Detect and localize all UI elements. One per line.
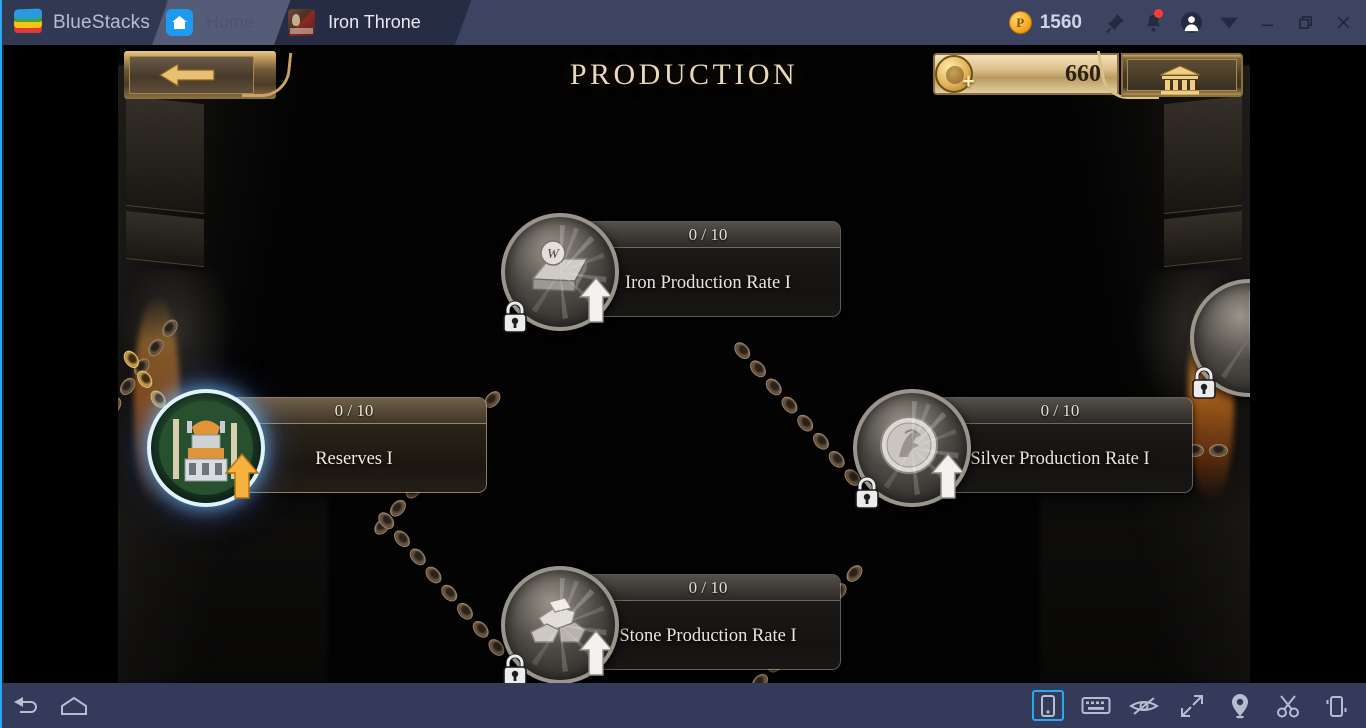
user-account-icon[interactable] [1172,0,1210,45]
screenshot-scissors-icon[interactable] [1264,683,1312,728]
currency-bar: 660 + [933,51,1243,101]
upgrade-arrow-icon [579,277,613,323]
titlebar-controls: P 1560 [1008,0,1366,45]
game-avatar-icon [288,9,316,36]
notifications-bell-icon[interactable] [1134,0,1172,45]
tab-home[interactable]: Home [152,0,305,45]
chain-link-reserves-to-stone [375,509,508,659]
tab-iron-throne[interactable]: Iron Throne [274,0,472,45]
game-screen: PRODUCTION 660 + 0 / 10 Iron Production … [118,45,1250,683]
home-nav-icon[interactable] [50,683,98,728]
bluestacks-points[interactable]: P 1560 [1008,11,1082,34]
pin-icon[interactable] [1096,0,1134,45]
lock-icon [1192,366,1216,399]
home-icon [166,9,194,36]
skill-node-offscreen-right[interactable] [1190,279,1250,399]
currency-value: 660 [1065,60,1101,87]
skill-tree: 0 / 10 Iron Production Rate I 0 / 10 Res… [118,107,1250,683]
rotate-device-icon[interactable] [1024,683,1072,728]
minimize-button[interactable] [1248,0,1286,45]
bluestacks-titlebar: BlueStacks Home Iron Throne P 1560 [2,0,1366,45]
bluestacks-window: BlueStacks Home Iron Throne P 1560 PRODU… [0,0,1366,728]
bank-building-icon [1159,65,1201,95]
location-pin-icon[interactable] [1216,683,1264,728]
chain-link-iron-to-silver [731,339,865,491]
bluestacks-bottombar [2,683,1366,728]
game-viewport: PRODUCTION 660 + 0 / 10 Iron Production … [4,45,1366,683]
eye-hidden-icon[interactable] [1120,683,1168,728]
tab-home-label: Home [206,12,255,32]
game-header: PRODUCTION 660 + [118,45,1250,107]
shake-device-icon[interactable] [1312,683,1360,728]
tab-iron-throne-label: Iron Throne [328,12,421,32]
lock-icon [855,476,879,509]
bluestacks-logo-icon [14,8,42,35]
upgrade-arrow-icon [225,453,259,499]
add-currency-button[interactable]: + [959,71,978,92]
upgrade-arrow-icon [931,453,965,499]
close-button[interactable] [1324,0,1362,45]
lock-icon [503,300,527,333]
bottombar-tools [1024,683,1366,728]
skill-icon-button[interactable] [853,389,971,509]
skill-icon-button[interactable] [501,566,619,683]
bluestacks-points-coin-icon: P [1008,11,1032,34]
bluestacks-brand-label: BlueStacks [53,11,151,33]
keyboard-controls-icon[interactable] [1072,683,1120,728]
fullscreen-icon[interactable] [1168,683,1216,728]
lock-icon [503,653,527,683]
bank-button[interactable] [1121,53,1243,97]
bluestacks-brand[interactable]: BlueStacks [2,0,167,45]
upgrade-arrow-icon [579,630,613,676]
chevron-down-icon[interactable] [1210,0,1248,45]
back-nav-icon[interactable] [2,683,50,728]
bluestacks-points-value: 1560 [1039,11,1082,33]
skill-icon-button[interactable] [147,389,265,507]
restore-button[interactable] [1286,0,1324,45]
skill-icon-button[interactable]: W [501,213,619,333]
notification-badge [1154,9,1163,18]
